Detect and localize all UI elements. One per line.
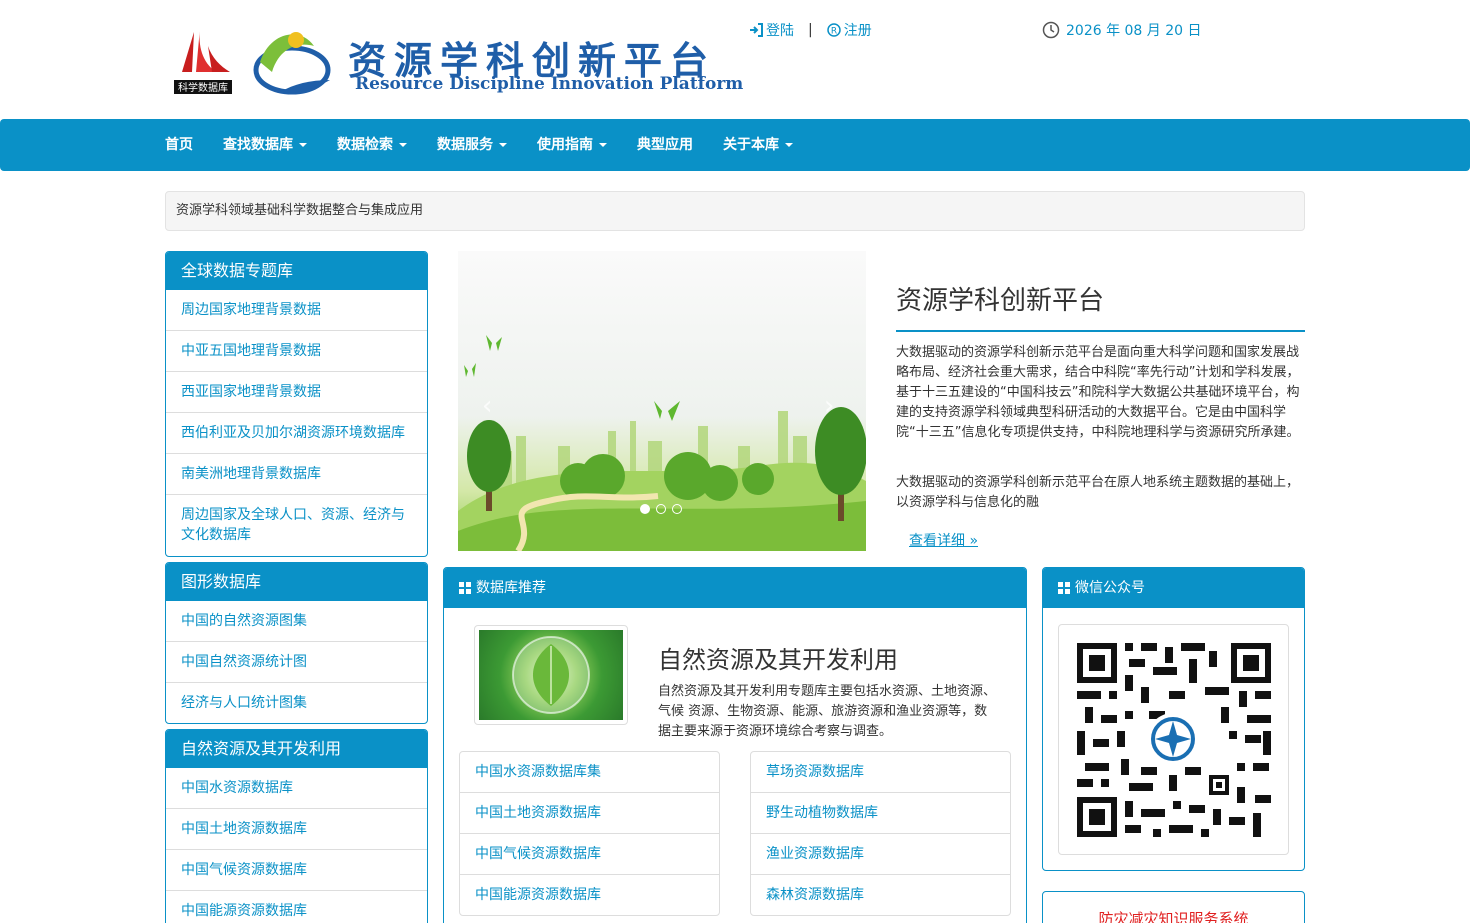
register-link[interactable]: R 注册	[826, 20, 872, 40]
graphic-database-panel: 图形数据库 中国的自然资源图集 中国自然资源统计图 经济与人口统计图集	[165, 562, 428, 724]
nav-find-database[interactable]: 查找数据库	[208, 119, 322, 171]
list-item[interactable]: 野生动植物数据库	[751, 792, 1010, 833]
database-thumbnail[interactable]	[474, 625, 628, 725]
current-date: 2026 年 08 月 20 日	[1042, 20, 1202, 40]
qr-code-image	[1077, 643, 1271, 837]
natural-resource-panel: 自然资源及其开发利用 中国水资源数据库 中国土地资源数据库 中国气候资源数据库 …	[165, 729, 428, 923]
carousel-indicator[interactable]	[640, 504, 650, 514]
carousel-indicator[interactable]	[656, 504, 666, 514]
list-item[interactable]: 森林资源数据库	[751, 874, 1010, 915]
leaf-image	[479, 630, 623, 720]
caret-down-icon	[499, 143, 507, 147]
natural-resource-list: 中国水资源数据库 中国土地资源数据库 中国气候资源数据库 中国能源资源数据库	[166, 768, 427, 923]
graphic-database-list: 中国的自然资源图集 中国自然资源统计图 经济与人口统计图集	[166, 601, 427, 723]
caret-down-icon	[299, 143, 307, 147]
database-recommend-panel: 数据库推荐 自然资源及其开发利用 自然资源及其开发利用专题库主要包括水资源、土地…	[443, 567, 1027, 923]
science-database-logo[interactable]: 科学数据库	[172, 26, 234, 96]
wechat-qr-code	[1058, 624, 1289, 855]
caret-down-icon	[399, 143, 407, 147]
nav-label: 数据服务	[437, 137, 493, 153]
panel-title: 自然资源及其开发利用	[166, 730, 427, 768]
nav-label: 首页	[165, 137, 193, 153]
main-navbar: 首页 查找数据库 数据检索 数据服务 使用指南 典型应用 关于本库	[0, 119, 1470, 171]
wechat-header: 微信公众号	[1043, 568, 1304, 608]
list-item[interactable]: 中国自然资源统计图	[166, 641, 427, 682]
list-item[interactable]: 中亚五国地理背景数据	[166, 330, 427, 371]
recommend-header: 数据库推荐	[444, 568, 1026, 608]
carousel-next-button[interactable]: ›	[824, 391, 834, 421]
auth-links: 登陆 | R 注册	[749, 20, 872, 40]
list-item[interactable]: 中国土地资源数据库	[166, 808, 427, 849]
carousel-prev-button[interactable]: ‹	[482, 391, 492, 421]
nav-label: 关于本库	[723, 137, 779, 153]
register-icon: R	[826, 23, 841, 37]
carousel-indicator[interactable]	[672, 504, 682, 514]
list-item[interactable]: 中国水资源数据库	[166, 768, 427, 808]
intro-divider	[896, 330, 1305, 332]
nav-label: 典型应用	[637, 137, 693, 153]
image-carousel[interactable]: ‹ ›	[458, 251, 866, 551]
recommend-list-right: 草场资源数据库 野生动植物数据库 渔业资源数据库 森林资源数据库	[750, 751, 1011, 916]
grid-icon	[1058, 582, 1070, 594]
recommend-list-left: 中国水资源数据库集 中国土地资源数据库 中国气候资源数据库 中国能源资源数据库	[459, 751, 720, 916]
clock-icon	[1042, 21, 1060, 39]
caret-down-icon	[599, 143, 607, 147]
panel-title: 图形数据库	[166, 563, 427, 601]
global-data-panel: 全球数据专题库 周边国家地理背景数据 中亚五国地理背景数据 西亚国家地理背景数据…	[165, 251, 428, 557]
list-item[interactable]: 经济与人口统计图集	[166, 682, 427, 723]
list-item[interactable]: 周边国家地理背景数据	[166, 290, 427, 330]
nav-label: 使用指南	[537, 137, 593, 153]
list-item[interactable]: 渔业资源数据库	[751, 833, 1010, 874]
disaster-knowledge-link[interactable]: 防灾减灾知识服务系统	[1042, 891, 1305, 923]
svg-text:R: R	[831, 27, 837, 37]
list-item[interactable]: 中国气候资源数据库	[166, 849, 427, 890]
auth-separator: |	[808, 22, 813, 38]
nav-label: 查找数据库	[223, 137, 293, 153]
logo-badge-text: 科学数据库	[178, 81, 228, 94]
nav-label: 数据检索	[337, 137, 393, 153]
list-item[interactable]: 中国土地资源数据库	[460, 792, 719, 833]
global-data-list: 周边国家地理背景数据 中亚五国地理背景数据 西亚国家地理背景数据 西伯利亚及贝加…	[166, 290, 427, 555]
disaster-label: 防灾减灾知识服务系统	[1098, 910, 1249, 923]
intro-paragraph-2: 大数据驱动的资源学科创新示范平台在原人地系统主题数据的基础上，以资源学科与信息化…	[896, 475, 1300, 510]
nav-about[interactable]: 关于本库	[708, 119, 808, 171]
list-item[interactable]: 西亚国家地理背景数据	[166, 371, 427, 412]
intro-title: 资源学科创新平台	[896, 286, 1105, 316]
panel-title: 全球数据专题库	[166, 252, 427, 290]
nav-user-guide[interactable]: 使用指南	[522, 119, 622, 171]
list-item[interactable]: 中国的自然资源图集	[166, 601, 427, 641]
view-details-link[interactable]: 查看详细 »	[909, 530, 978, 550]
wechat-title: 微信公众号	[1075, 580, 1145, 596]
register-label: 注册	[843, 23, 872, 39]
recommend-db-title[interactable]: 自然资源及其开发利用	[658, 640, 898, 675]
login-icon	[750, 23, 763, 37]
nav-data-search[interactable]: 数据检索	[322, 119, 422, 171]
carousel-indicators	[640, 504, 682, 514]
nav-typical-apps[interactable]: 典型应用	[622, 119, 708, 171]
login-link[interactable]: 登陆	[749, 20, 794, 40]
list-item[interactable]: 中国能源资源数据库	[166, 890, 427, 923]
list-item[interactable]: 周边国家及全球人口、资源、经济与文化数据库	[166, 494, 427, 555]
intro-paragraph-1: 大数据驱动的资源学科创新示范平台是面向重大科学问题和国家发展战略布局、经济社会重…	[896, 345, 1300, 440]
wechat-panel: 微信公众号	[1042, 567, 1305, 871]
recommend-db-description: 自然资源及其开发利用专题库主要包括水资源、土地资源、气候 资源、生物资源、能源、…	[658, 684, 997, 739]
recommend-title: 数据库推荐	[476, 580, 546, 596]
list-item[interactable]: 南美洲地理背景数据库	[166, 453, 427, 494]
nav-home[interactable]: 首页	[150, 119, 208, 171]
brand-title-en: Resource Discipline Innovation Platform	[355, 74, 744, 94]
platform-logo[interactable]	[250, 22, 334, 100]
breadcrumb: 资源学科领域基础科学数据整合与集成应用	[165, 191, 1305, 231]
list-item[interactable]: 草场资源数据库	[751, 752, 1010, 792]
list-item[interactable]: 中国水资源数据库集	[460, 752, 719, 792]
list-item[interactable]: 中国气候资源数据库	[460, 833, 719, 874]
caret-down-icon	[785, 143, 793, 147]
login-label: 登陆	[766, 23, 794, 39]
nav-data-service[interactable]: 数据服务	[422, 119, 522, 171]
date-text: 2026 年 08 月 20 日	[1066, 23, 1202, 39]
header: 科学数据库 资源学科创新平台 Resource Discipline Innov…	[0, 0, 1470, 119]
list-item[interactable]: 西伯利亚及贝加尔湖资源环境数据库	[166, 412, 427, 453]
grid-icon	[459, 582, 471, 594]
list-item[interactable]: 中国能源资源数据库	[460, 874, 719, 915]
